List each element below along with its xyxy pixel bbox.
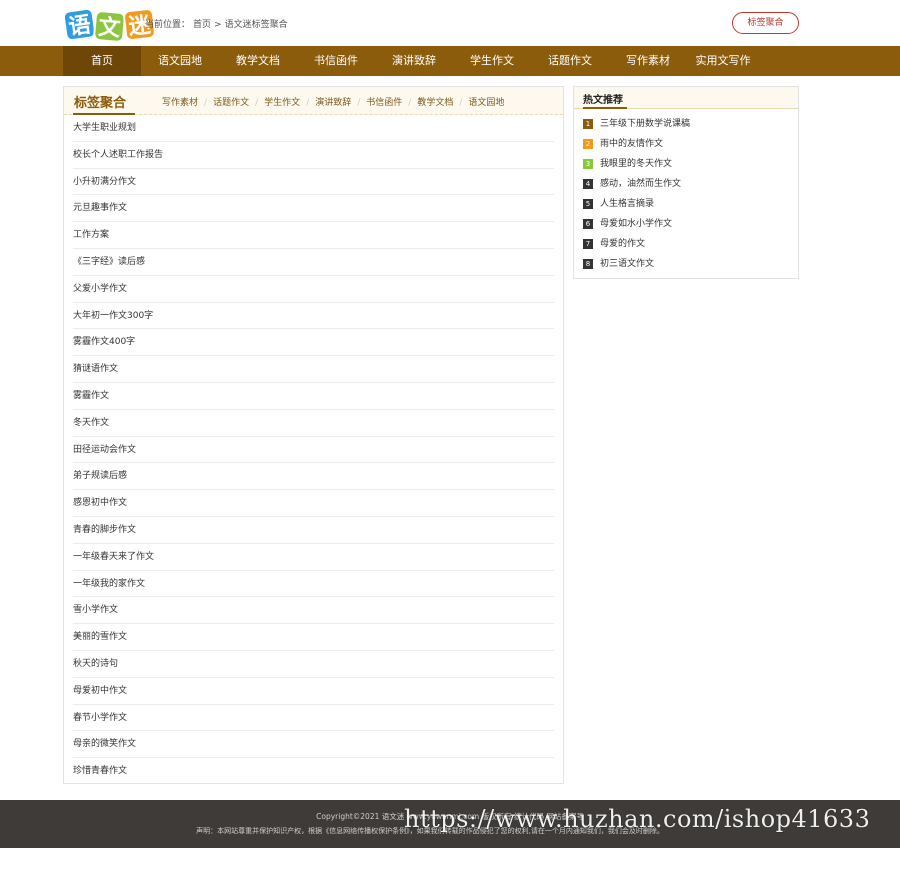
category-links: 写作素材 / 话题作文 / 学生作文 / 演讲致辞 / 书信函件 / 教学文档 / 语文园地 xyxy=(162,95,504,108)
breadcrumb-prefix: 当前位置： xyxy=(145,20,191,30)
nav-item-practical-writing[interactable]: 实用文写作 xyxy=(687,46,759,76)
tag-list-item[interactable]: 工作方案 xyxy=(73,222,554,249)
hot-panel-title: 热文推荐 xyxy=(583,95,623,106)
category-link-student-essays[interactable]: 学生作文 xyxy=(264,98,300,108)
tag-list-item[interactable]: 感恩初中作文 xyxy=(73,490,554,517)
nav-item-yuwen-garden[interactable]: 语文园地 xyxy=(141,46,219,76)
tag-list-item[interactable]: 冬天作文 xyxy=(73,410,554,437)
tag-list-item[interactable]: 母爱初中作文 xyxy=(73,678,554,705)
hot-list-item[interactable]: 4 感动，油然而生作文 xyxy=(583,176,793,196)
tag-aggregate-button[interactable]: 标签聚合 xyxy=(732,12,799,34)
hot-list-item[interactable]: 1 三年级下册数学说课稿 xyxy=(583,116,793,136)
rank-badge: 5 xyxy=(583,199,593,209)
nav-item-speeches[interactable]: 演讲致辞 xyxy=(375,46,453,76)
nav-item-letters[interactable]: 书信函件 xyxy=(297,46,375,76)
link-separator: / xyxy=(204,98,208,108)
tag-list-item[interactable]: 大年初一作文300字 xyxy=(73,303,554,330)
tag-list-item[interactable]: 一年级春天来了作文 xyxy=(73,544,554,571)
main-nav: 首页 语文园地 教学文档 书信函件 演讲致辞 学生作文 话题作文 写作素材 实用… xyxy=(0,46,900,76)
link-separator: / xyxy=(408,98,412,108)
logo-char-2: 文 xyxy=(92,9,127,44)
category-link-topic-essays[interactable]: 话题作文 xyxy=(213,98,249,108)
rank-badge: 4 xyxy=(583,179,593,189)
tag-list-item[interactable]: 美丽的雪作文 xyxy=(73,624,554,651)
rank-badge: 7 xyxy=(583,239,593,249)
tag-list-item[interactable]: 雾霾作文 xyxy=(73,383,554,410)
tag-list-item[interactable]: 大学生职业规划 xyxy=(73,115,554,142)
nav-item-home[interactable]: 首页 xyxy=(63,46,141,76)
hot-item-title: 三年级下册数学说课稿 xyxy=(600,119,691,129)
hot-item-title: 我眼里的冬天作文 xyxy=(600,159,673,169)
hot-list: 1 三年级下册数学说课稿 2 雨中的友情作文 3 我眼里的冬天作文 4 感动，油然而生作… xyxy=(583,116,793,276)
tag-list-item[interactable]: 春节小学作文 xyxy=(73,705,554,732)
tag-list-item[interactable]: 猜谜语作文 xyxy=(73,356,554,383)
hot-item-title: 初三语文作文 xyxy=(600,259,655,269)
nav-item-topic-essays[interactable]: 话题作文 xyxy=(531,46,609,76)
tag-list-item[interactable]: 一年级我的家作文 xyxy=(73,571,554,598)
hot-list-item[interactable]: 3 我眼里的冬天作文 xyxy=(583,156,793,176)
hot-panel-header: 热文推荐 xyxy=(574,87,798,109)
tag-list-item[interactable]: 雾霾作文400字 xyxy=(73,329,554,357)
hot-item-title: 母爱的作文 xyxy=(600,239,646,249)
hot-item-title: 感动，油然而生作文 xyxy=(600,179,682,189)
tag-list-item[interactable]: 元旦趣事作文 xyxy=(73,195,554,223)
top-bar: 语 文 迷 当前位置： 首页 > 语文迷标签聚合 标签聚合 xyxy=(0,0,900,46)
tag-list-item[interactable]: 秋天的诗句 xyxy=(73,651,554,678)
hot-list-item[interactable]: 6 母爱如水小学作文 xyxy=(583,216,793,236)
nav-item-student-essays[interactable]: 学生作文 xyxy=(453,46,531,76)
link-separator: / xyxy=(255,98,259,108)
tag-list-item[interactable]: 小升初满分作文 xyxy=(73,169,554,196)
rank-badge: 6 xyxy=(583,219,593,229)
tag-list-item[interactable]: 弟子规读后感 xyxy=(73,463,554,491)
category-link-teaching-docs[interactable]: 教学文档 xyxy=(417,98,453,108)
hot-list-item[interactable]: 5 人生格言摘录 xyxy=(583,196,793,216)
tag-list-item[interactable]: 田径运动会作文 xyxy=(73,437,554,464)
panel-header: 标签聚合 写作素材 / 话题作文 / 学生作文 / 演讲致辞 / 书信函件 / 教学文档 / 语文园地 xyxy=(64,87,563,115)
rank-badge: 8 xyxy=(583,259,593,269)
category-link-speeches[interactable]: 演讲致辞 xyxy=(315,98,351,108)
tag-list-item[interactable]: 雪小学作文 xyxy=(73,597,554,625)
panel-title: 标签聚合 xyxy=(74,96,127,111)
breadcrumb: 当前位置： 首页 > 语文迷标签聚合 xyxy=(145,17,291,30)
logo-char-1: 语 xyxy=(61,6,98,43)
hot-list-item[interactable]: 2 雨中的友情作文 xyxy=(583,136,793,156)
hot-item-title: 母爱如水小学作文 xyxy=(600,219,673,229)
hot-item-title: 人生格言摘录 xyxy=(600,199,655,209)
hot-title-underline xyxy=(583,107,627,109)
link-separator: / xyxy=(357,98,361,108)
nav-item-teaching-docs[interactable]: 教学文档 xyxy=(219,46,297,76)
tag-list-item[interactable]: 珍惜青春作文 xyxy=(73,758,554,785)
tag-list-item[interactable]: 青春的脚步作文 xyxy=(73,517,554,544)
hot-list-item[interactable]: 8 初三语文作文 xyxy=(583,256,793,276)
rank-badge: 3 xyxy=(583,159,593,169)
tag-aggregate-panel: 标签聚合 写作素材 / 话题作文 / 学生作文 / 演讲致辞 / 书信函件 / 教学文档 / 语文园地 … xyxy=(63,86,564,784)
category-link-letters[interactable]: 书信函件 xyxy=(366,98,402,108)
tag-list-item[interactable]: 《三字经》读后感 xyxy=(73,249,554,276)
breadcrumb-home-link[interactable]: 首页 xyxy=(193,20,211,30)
rank-badge: 2 xyxy=(583,139,593,149)
hot-list-item[interactable]: 7 母爱的作文 xyxy=(583,236,793,256)
category-link-writing-material[interactable]: 写作素材 xyxy=(162,98,198,108)
link-separator: / xyxy=(459,98,463,108)
tag-list-item[interactable]: 父爱小学作文 xyxy=(73,276,554,303)
breadcrumb-separator: > xyxy=(214,20,222,30)
link-separator: / xyxy=(306,98,310,108)
tag-list: 大学生职业规划 校长个人述职工作报告 小升初满分作文 元旦趣事作文 工作方案 《… xyxy=(73,115,554,785)
tag-list-item[interactable]: 校长个人述职工作报告 xyxy=(73,142,554,169)
breadcrumb-current: 语文迷标签聚合 xyxy=(224,20,288,30)
hot-item-title: 雨中的友情作文 xyxy=(600,139,664,149)
hot-articles-panel: 热文推荐 1 三年级下册数学说课稿 2 雨中的友情作文 3 我眼里的冬天作文 4 感动，… xyxy=(573,86,799,279)
watermark-text: https://www.huzhan.com/ishop41633 xyxy=(404,805,871,833)
category-link-yuwen-garden[interactable]: 语文园地 xyxy=(468,98,504,108)
rank-badge: 1 xyxy=(583,119,593,129)
nav-item-writing-material[interactable]: 写作素材 xyxy=(609,46,687,76)
tag-list-item[interactable]: 母亲的微笑作文 xyxy=(73,731,554,759)
